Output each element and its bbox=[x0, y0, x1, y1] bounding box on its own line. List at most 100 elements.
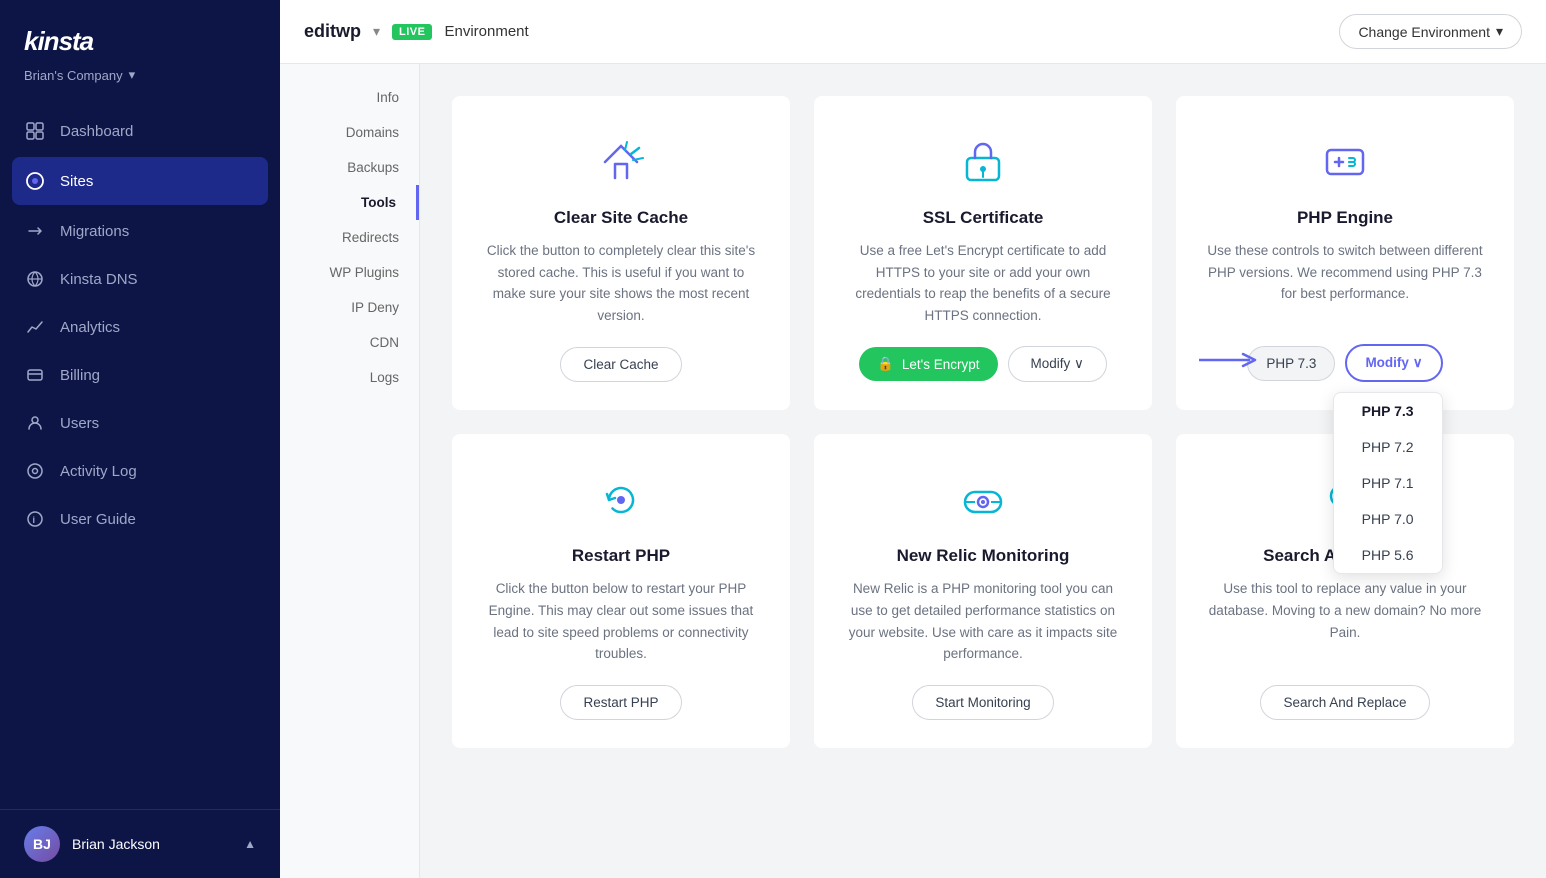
tool-title: New Relic Monitoring bbox=[897, 546, 1070, 566]
sidebar-item-dashboard[interactable]: Dashboard bbox=[0, 107, 280, 155]
sidebar-logo-area: kinsta Brian's Company ▾ bbox=[0, 0, 280, 99]
php-modify-label: Modify bbox=[1365, 355, 1409, 370]
sidebar-item-billing[interactable]: Billing bbox=[0, 351, 280, 399]
sub-nav-tools[interactable]: Tools bbox=[280, 185, 419, 220]
sidebar-item-label: Analytics bbox=[60, 319, 120, 336]
php-buttons: PHP 7.3 Modify ∨ bbox=[1247, 344, 1442, 382]
site-name: editwp bbox=[304, 21, 361, 42]
lets-encrypt-label: Let's Encrypt bbox=[902, 357, 980, 372]
php-version-option-70[interactable]: PHP 7.0 bbox=[1334, 501, 1442, 537]
user-footer-chevron: ▲ bbox=[244, 837, 256, 851]
company-chevron: ▾ bbox=[129, 67, 136, 83]
env-badge: LIVE bbox=[392, 24, 432, 40]
user-guide-icon: i bbox=[24, 508, 46, 530]
sidebar-item-label: Sites bbox=[60, 173, 93, 190]
sub-nav: Info Domains Backups Tools Redirects WP … bbox=[280, 64, 420, 878]
tool-desc: Use a free Let's Encrypt certificate to … bbox=[842, 240, 1124, 326]
ssl-icon bbox=[953, 132, 1013, 192]
sidebar-item-activity-log[interactable]: Activity Log bbox=[0, 447, 280, 495]
sidebar-item-migrations[interactable]: Migrations bbox=[0, 207, 280, 255]
company-selector[interactable]: Brian's Company ▾ bbox=[24, 67, 256, 83]
sub-nav-ip-deny[interactable]: IP Deny bbox=[280, 290, 419, 325]
content-wrapper: Info Domains Backups Tools Redirects WP … bbox=[280, 64, 1546, 878]
sub-nav-wp-plugins[interactable]: WP Plugins bbox=[280, 255, 419, 290]
clear-cache-icon bbox=[591, 132, 651, 192]
billing-icon bbox=[24, 364, 46, 386]
php-version-option-71[interactable]: PHP 7.1 bbox=[1334, 465, 1442, 501]
sidebar-item-kinsta-dns[interactable]: Kinsta DNS bbox=[0, 255, 280, 303]
sub-nav-info[interactable]: Info bbox=[280, 80, 419, 115]
sub-nav-backups[interactable]: Backups bbox=[280, 150, 419, 185]
restart-php-icon bbox=[591, 470, 651, 530]
change-env-label: Change Environment bbox=[1358, 24, 1490, 40]
sub-nav-cdn[interactable]: CDN bbox=[280, 325, 419, 360]
dashboard-icon bbox=[24, 120, 46, 142]
sidebar-nav: Dashboard Sites Migrations Kinsta DNS bbox=[0, 99, 280, 809]
search-and-replace-button[interactable]: Search And Replace bbox=[1260, 685, 1429, 720]
users-icon bbox=[24, 412, 46, 434]
user-footer[interactable]: BJ Brian Jackson ▲ bbox=[0, 809, 280, 878]
tool-title: PHP Engine bbox=[1297, 208, 1393, 228]
sidebar-item-label: Dashboard bbox=[60, 123, 133, 140]
change-environment-button[interactable]: Change Environment ▾ bbox=[1339, 14, 1522, 49]
kinsta-logo: kinsta bbox=[24, 24, 256, 63]
tool-title: Clear Site Cache bbox=[554, 208, 688, 228]
company-name: Brian's Company bbox=[24, 68, 123, 83]
ssl-modify-label: Modify bbox=[1031, 356, 1071, 371]
change-env-chevron: ▾ bbox=[1496, 23, 1503, 40]
php-version-option-72[interactable]: PHP 7.2 bbox=[1334, 429, 1442, 465]
sidebar-item-label: Migrations bbox=[60, 223, 129, 240]
php-version-dropdown: PHP 7.3 PHP 7.2 PHP 7.1 PHP 7.0 PHP 5.6 bbox=[1333, 392, 1443, 574]
user-avatar: BJ bbox=[24, 826, 60, 862]
sidebar-item-users[interactable]: Users bbox=[0, 399, 280, 447]
clear-cache-button[interactable]: Clear Cache bbox=[560, 347, 681, 382]
start-monitoring-button[interactable]: Start Monitoring bbox=[912, 685, 1053, 720]
migrations-icon bbox=[24, 220, 46, 242]
sidebar-item-analytics[interactable]: Analytics bbox=[0, 303, 280, 351]
tools-grid: Clear Site Cache Click the button to com… bbox=[452, 96, 1514, 748]
php-arrow-indicator bbox=[1145, 350, 1312, 376]
svg-text:kinsta: kinsta bbox=[24, 26, 94, 56]
svg-text:i: i bbox=[33, 515, 36, 525]
tool-card-clear-cache: Clear Site Cache Click the button to com… bbox=[452, 96, 790, 410]
sites-icon bbox=[24, 170, 46, 192]
sidebar-item-label: Kinsta DNS bbox=[60, 271, 138, 288]
tool-title: SSL Certificate bbox=[923, 208, 1044, 228]
new-relic-icon bbox=[953, 470, 1013, 530]
main-area: editwp ▾ LIVE Environment Change Environ… bbox=[280, 0, 1546, 878]
tool-title: Restart PHP bbox=[572, 546, 670, 566]
tool-desc: Use this tool to replace any value in yo… bbox=[1204, 578, 1486, 664]
tool-desc: Click the button to completely clear thi… bbox=[480, 240, 762, 327]
tool-card-ssl: SSL Certificate Use a free Let's Encrypt… bbox=[814, 96, 1152, 410]
php-modify-chevron: ∨ bbox=[1413, 355, 1423, 370]
tool-desc: Click the button below to restart your P… bbox=[480, 578, 762, 664]
php-engine-icon bbox=[1315, 132, 1375, 192]
php-version-option-56[interactable]: PHP 5.6 bbox=[1334, 537, 1442, 573]
tool-desc: Use these controls to switch between dif… bbox=[1204, 240, 1486, 324]
activity-log-icon bbox=[24, 460, 46, 482]
sub-nav-logs[interactable]: Logs bbox=[280, 360, 419, 395]
php-version-option-73[interactable]: PHP 7.3 bbox=[1334, 393, 1442, 429]
sidebar-item-label: Billing bbox=[60, 367, 100, 384]
analytics-icon bbox=[24, 316, 46, 338]
tool-card-php-engine: PHP Engine Use these controls to switch … bbox=[1176, 96, 1514, 410]
tool-card-restart-php: Restart PHP Click the button below to re… bbox=[452, 434, 790, 747]
php-modify-button[interactable]: Modify ∨ bbox=[1345, 344, 1442, 382]
tool-desc: New Relic is a PHP monitoring tool you c… bbox=[842, 578, 1124, 664]
sidebar-item-user-guide[interactable]: i User Guide bbox=[0, 495, 280, 543]
lets-encrypt-button[interactable]: 🔒 Let's Encrypt bbox=[859, 347, 997, 381]
sidebar-item-sites[interactable]: Sites bbox=[12, 157, 268, 205]
lock-icon: 🔒 bbox=[877, 356, 894, 372]
sidebar-item-label: User Guide bbox=[60, 511, 136, 528]
sidebar-item-label: Activity Log bbox=[60, 463, 137, 480]
sub-nav-redirects[interactable]: Redirects bbox=[280, 220, 419, 255]
site-chevron[interactable]: ▾ bbox=[373, 23, 380, 40]
sidebar: kinsta Brian's Company ▾ Dashboard Sites bbox=[0, 0, 280, 878]
ssl-modify-button[interactable]: Modify ∨ bbox=[1008, 346, 1107, 382]
env-label: Environment bbox=[444, 23, 528, 40]
topbar: editwp ▾ LIVE Environment Change Environ… bbox=[280, 0, 1546, 64]
restart-php-button[interactable]: Restart PHP bbox=[560, 685, 681, 720]
sub-nav-domains[interactable]: Domains bbox=[280, 115, 419, 150]
ssl-buttons: 🔒 Let's Encrypt Modify ∨ bbox=[859, 346, 1107, 382]
tools-content: Clear Site Cache Click the button to com… bbox=[420, 64, 1546, 878]
